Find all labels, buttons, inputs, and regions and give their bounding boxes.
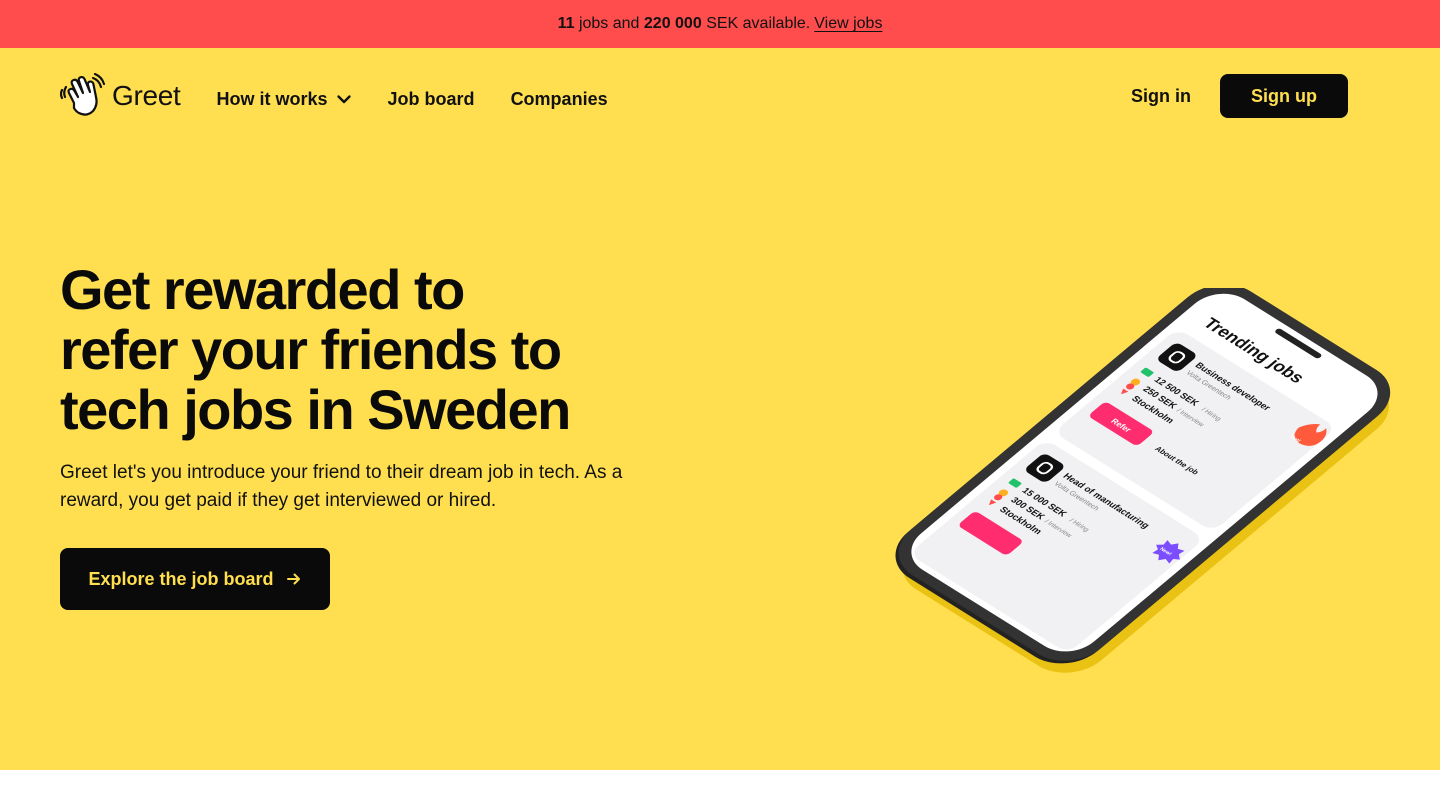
view-jobs-link[interactable]: View jobs: [814, 15, 882, 33]
arrow-right-icon: [286, 573, 300, 585]
hero-headline: Get rewarded to refer your friends to te…: [60, 260, 700, 440]
wave-hand-icon: [60, 73, 106, 116]
headline-line: Get rewarded to: [60, 258, 465, 321]
headline-line: refer your friends to: [60, 318, 562, 381]
explore-job-board-label: Explore the job board: [88, 568, 274, 589]
announcement-banner: 11 jobs and 220 000 SEK available. View …: [0, 0, 1440, 48]
chevron-down-icon: [336, 95, 351, 104]
sign-up-button[interactable]: Sign up: [1220, 74, 1348, 118]
nav-actions: Sign in Sign up: [1131, 74, 1348, 118]
explore-job-board-button[interactable]: Explore the job board: [60, 548, 330, 610]
nav-how-it-works-label: How it works: [216, 88, 328, 109]
logo[interactable]: Greet: [60, 73, 181, 119]
jobs-text: jobs and: [578, 15, 640, 32]
hero-section: Greet How it works Job board Companies S…: [0, 48, 1440, 770]
hero-subtitle: Greet let's you introduce your friend to…: [60, 462, 623, 511]
nav-companies[interactable]: Companies: [511, 89, 608, 110]
nav-how-it-works[interactable]: How it works: [217, 89, 352, 110]
jobs-count: 11: [557, 15, 575, 32]
top-nav: Greet How it works Job board Companies S…: [60, 72, 1348, 120]
headline-line: tech jobs in Sweden: [60, 378, 571, 441]
sign-in-link[interactable]: Sign in: [1131, 86, 1191, 107]
phone-mockup: Trending jobs Business developer Volta G…: [860, 284, 1400, 708]
amount-text: SEK available.: [706, 15, 811, 32]
nav-links: How it works Job board Companies: [217, 89, 608, 110]
logo-text: Greet: [112, 80, 181, 111]
nav-job-board[interactable]: Job board: [388, 89, 475, 110]
available-amount: 220 000: [643, 15, 702, 32]
phone-illustration: Trending jobs Business developer Volta G…: [895, 284, 1391, 673]
